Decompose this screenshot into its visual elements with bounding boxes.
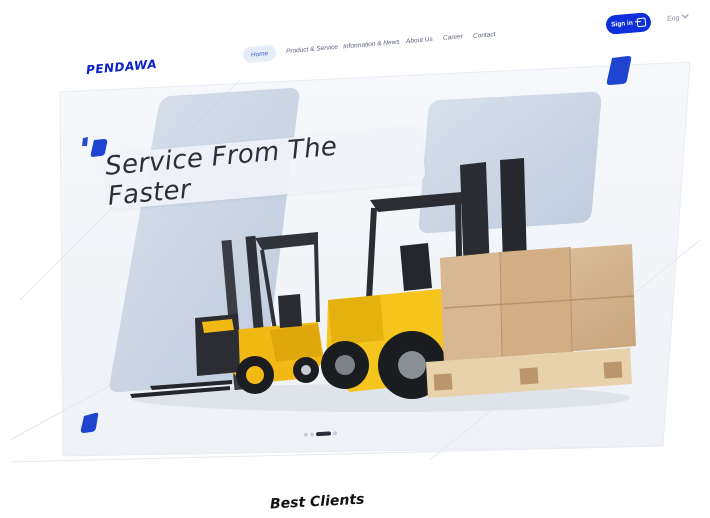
login-arrow-icon — [636, 17, 647, 28]
carousel-dot[interactable] — [332, 431, 338, 436]
chevron-down-icon — [682, 11, 690, 19]
nav-item-about-us[interactable]: About Us — [406, 36, 433, 45]
main-nav: Home Product & Service Information & New… — [0, 0, 710, 70]
screenshot-stage: PENDAWA Home Product & Service Informati… — [0, 0, 710, 518]
sign-in-button[interactable]: Sign in — [605, 12, 652, 35]
nav-item-career[interactable]: Career — [443, 33, 463, 42]
nav-item-product-service[interactable]: Product & Service — [286, 44, 338, 56]
nav-item-information-news[interactable]: Information & News — [343, 39, 400, 51]
carousel-dot[interactable] — [303, 432, 309, 437]
nav-item-home[interactable]: Home — [242, 44, 277, 64]
carousel-dot[interactable] — [309, 432, 315, 437]
hero-artwork — [9, 56, 701, 463]
sign-in-label: Sign in — [610, 19, 634, 29]
language-selector[interactable]: Eng — [666, 11, 690, 23]
landing-page: PENDAWA Home Product & Service Informati… — [0, 0, 710, 518]
carousel-dot-active[interactable] — [315, 431, 332, 437]
language-label: Eng — [666, 14, 680, 23]
nav-item-contact[interactable]: Contact — [473, 31, 496, 40]
